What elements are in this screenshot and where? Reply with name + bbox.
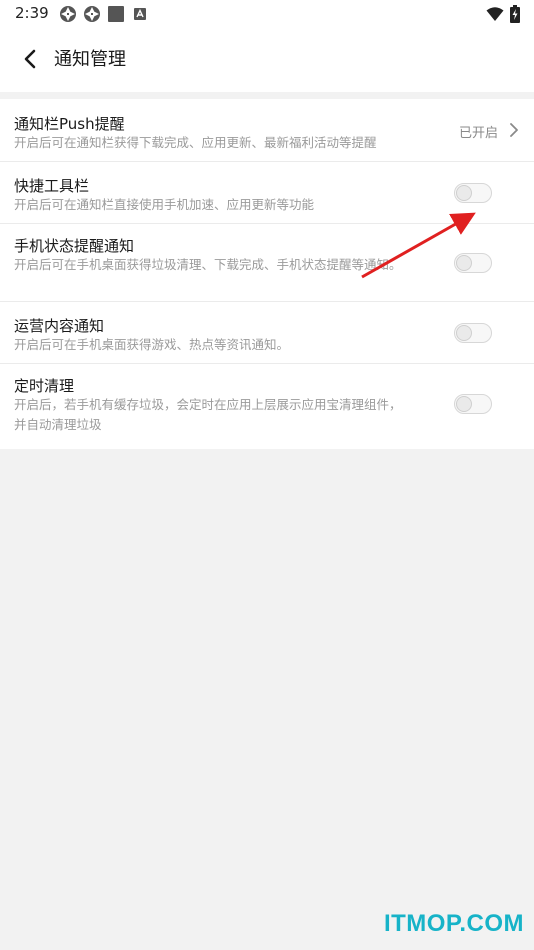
notification-icons: [59, 5, 149, 23]
setting-title: 手机状态提醒通知: [14, 237, 135, 255]
wifi-icon: [486, 6, 504, 26]
chevron-left-icon[interactable]: [18, 46, 44, 72]
watermark: ITMOP.COM: [383, 910, 524, 937]
toggle-knob: [456, 396, 472, 412]
font-a-icon: [131, 5, 149, 23]
page-title: 通知管理: [54, 49, 126, 70]
setting-operation-content: 运营内容通知 开启后可在手机桌面获得游戏、热点等资讯通知。: [0, 302, 534, 364]
operation-content-toggle[interactable]: [454, 323, 492, 343]
battery-charging-icon: [510, 5, 520, 27]
status-text: 已开启: [458, 126, 498, 141]
setting-description: 开启后可在通知栏直接使用手机加速、应用更新等功能: [14, 197, 315, 212]
toggle-knob: [456, 185, 472, 201]
system-icons: [486, 5, 520, 27]
chevron-right-icon: [508, 122, 520, 138]
toggle-knob: [456, 325, 472, 341]
settings-list: 通知栏Push提醒 开启后可在通知栏获得下载完成、应用更新、最新福利活动等提醒 …: [0, 99, 534, 449]
quick-toolbar-toggle[interactable]: [454, 183, 492, 203]
setting-title: 定时清理: [14, 377, 75, 395]
status-bar: 2:39: [0, 0, 534, 28]
setting-push-reminder[interactable]: 通知栏Push提醒 开启后可在通知栏获得下载完成、应用更新、最新福利活动等提醒 …: [0, 99, 534, 162]
title-bar: 通知管理: [0, 28, 534, 92]
setting-description: 开启后可在通知栏获得下载完成、应用更新、最新福利活动等提醒: [14, 135, 377, 150]
shutter-icon: [59, 5, 77, 23]
setting-title: 运营内容通知: [14, 317, 105, 335]
setting-description: 开启后，若手机有缓存垃圾，会定时在应用上层展示应用宝清理组件，并自动清理垃圾: [14, 397, 402, 432]
scheduled-cleanup-toggle[interactable]: [454, 394, 492, 414]
toggle-knob: [456, 255, 472, 271]
square-icon: [107, 5, 125, 23]
setting-description: 开启后可在手机桌面获得垃圾清理、下载完成、手机状态提醒等通知。: [14, 257, 402, 272]
setting-description: 开启后可在手机桌面获得游戏、热点等资讯通知。: [14, 337, 290, 352]
setting-scheduled-cleanup: 定时清理 开启后，若手机有缓存垃圾，会定时在应用上层展示应用宝清理组件，并自动清…: [0, 364, 534, 449]
phone-status-toggle[interactable]: [454, 253, 492, 273]
setting-title: 通知栏Push提醒: [14, 115, 125, 133]
setting-phone-status: 手机状态提醒通知 开启后可在手机桌面获得垃圾清理、下载完成、手机状态提醒等通知。: [0, 224, 534, 302]
shutter-icon: [83, 5, 101, 23]
status-time: 2:39: [15, 4, 49, 22]
setting-quick-toolbar: 快捷工具栏 开启后可在通知栏直接使用手机加速、应用更新等功能: [0, 162, 534, 224]
setting-title: 快捷工具栏: [14, 177, 90, 195]
